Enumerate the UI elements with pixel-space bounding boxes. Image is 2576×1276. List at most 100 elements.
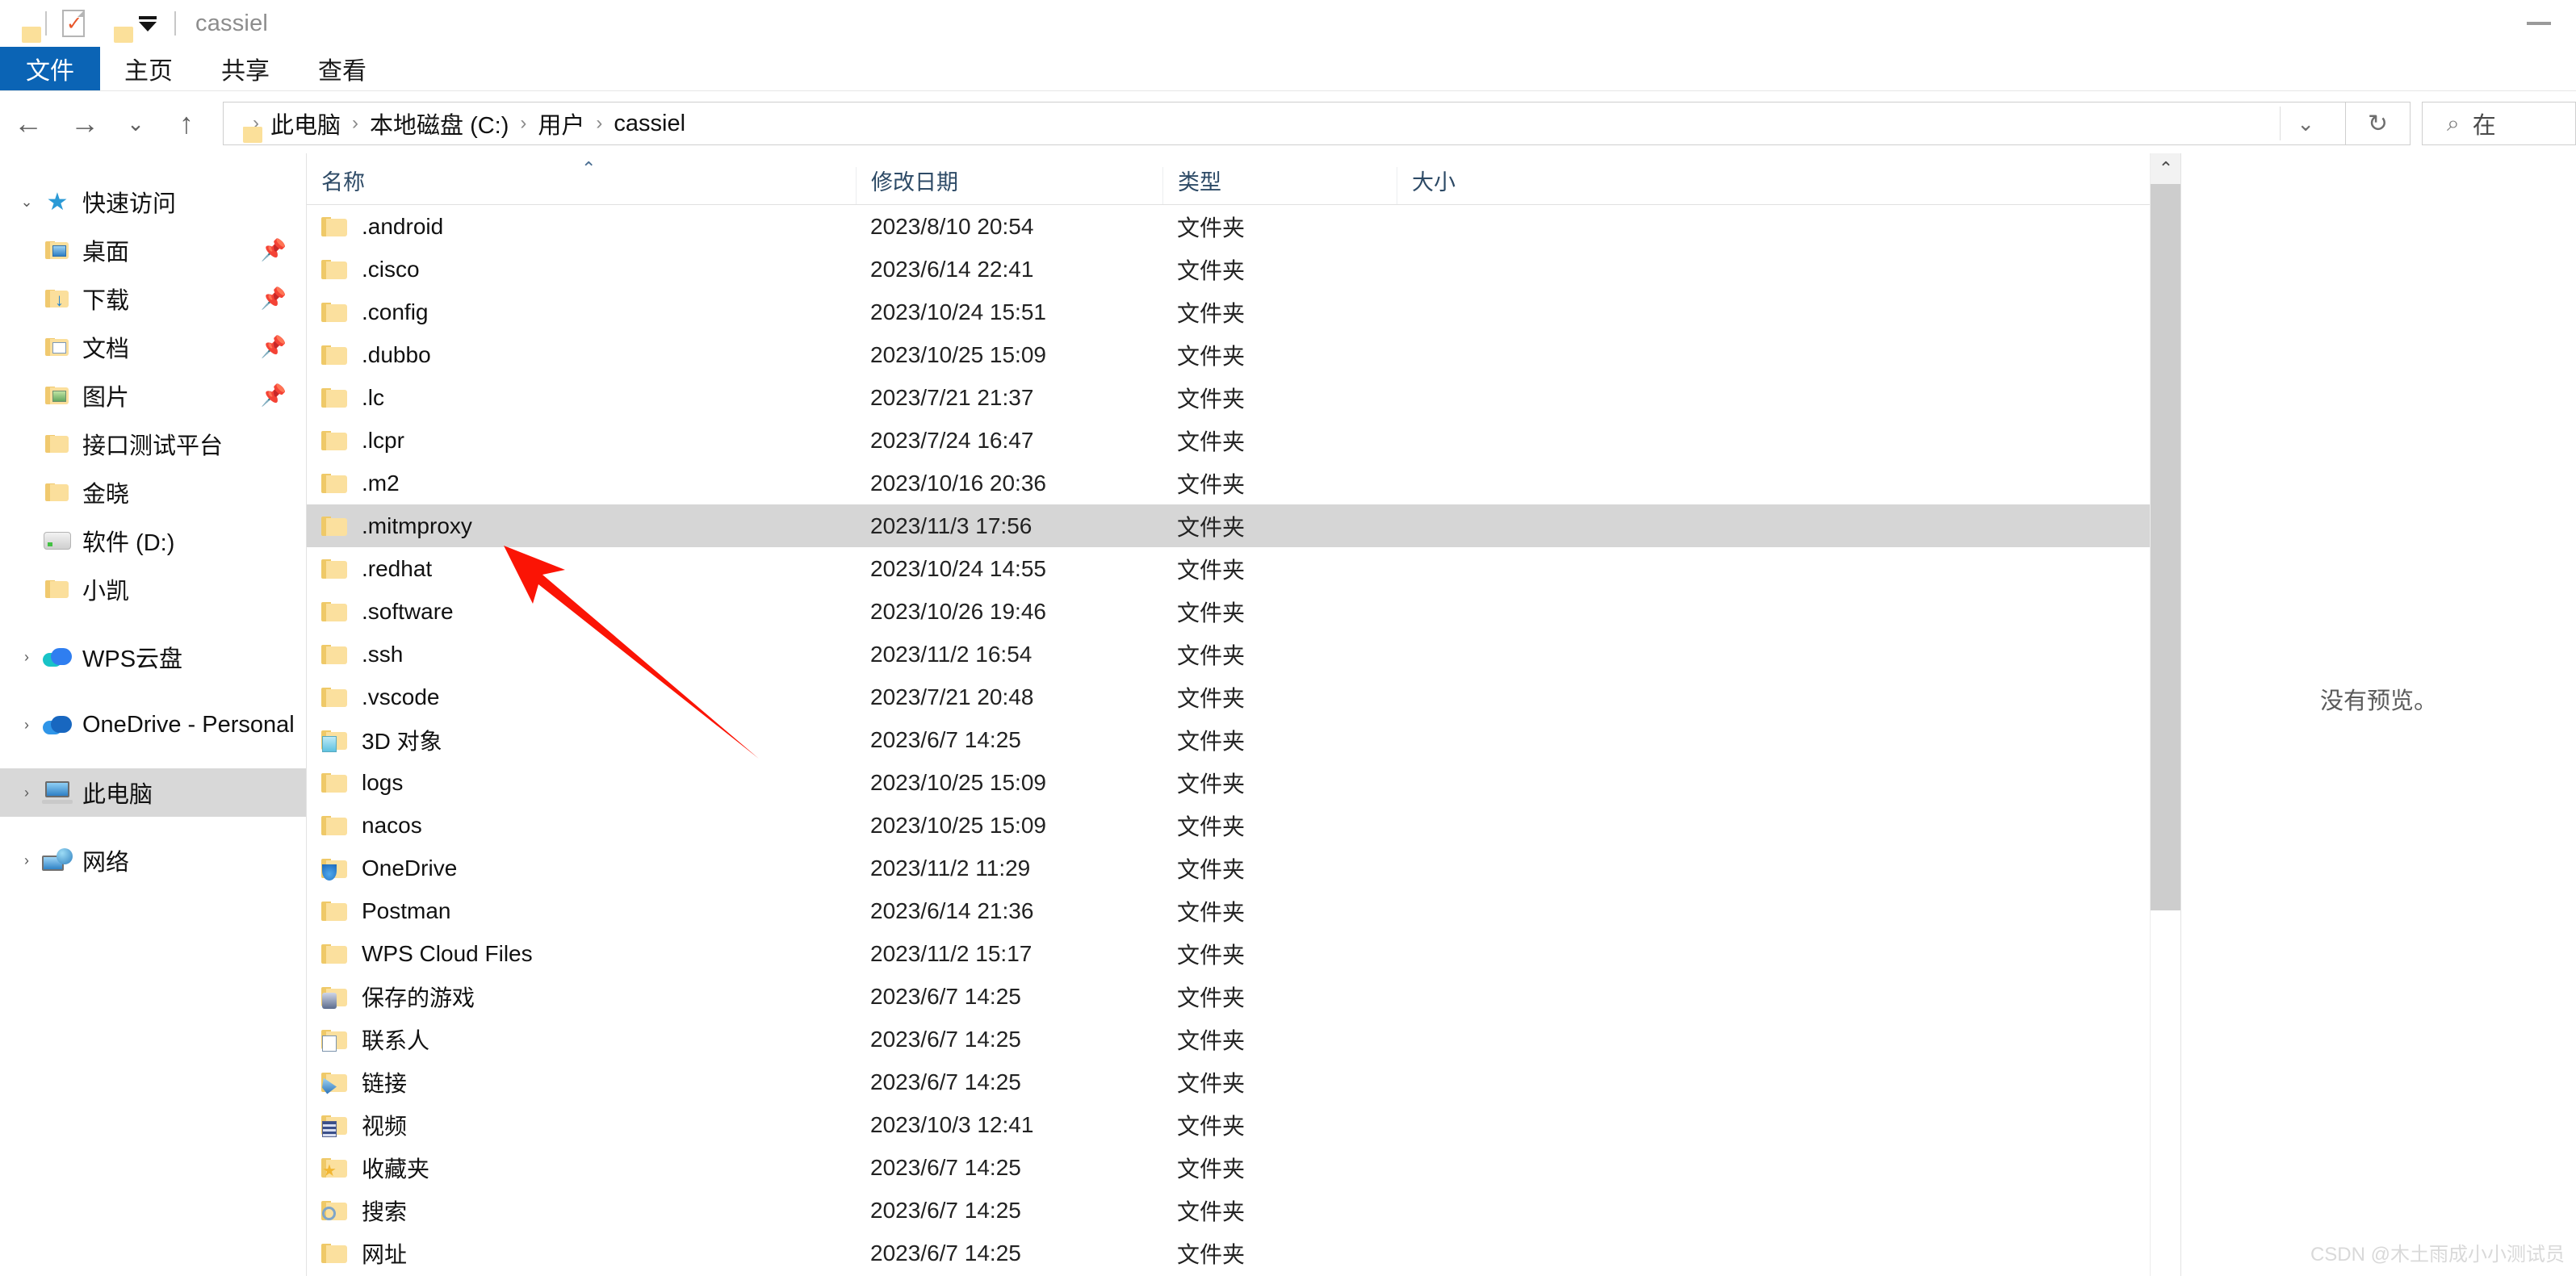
minimize-button[interactable] bbox=[2502, 0, 2576, 47]
address-bar[interactable]: › 此电脑 › 本地磁盘 (C:) › 用户 › cassiel ⌄ bbox=[223, 102, 2346, 145]
table-row[interactable]: .lc 2023/7/21 21:37 文件夹 bbox=[307, 376, 2180, 419]
pin-icon[interactable]: 📌 bbox=[261, 383, 287, 408]
customize-caret-icon[interactable] bbox=[129, 0, 166, 47]
file-name-cell[interactable]: .software bbox=[307, 599, 856, 625]
chevron-right-icon[interactable]: › bbox=[15, 852, 39, 869]
file-name-cell[interactable]: OneDrive bbox=[307, 856, 856, 881]
file-name-cell[interactable]: .m2 bbox=[307, 471, 856, 496]
table-row[interactable]: .redhat 2023/10/24 14:55 文件夹 bbox=[307, 547, 2180, 590]
chevron-right-icon[interactable]: › bbox=[15, 717, 39, 734]
sidebar-item-downloads[interactable]: ↓ 下载 📌 bbox=[0, 274, 306, 323]
back-arrow-icon[interactable]: ← bbox=[0, 94, 57, 153]
file-name-cell[interactable]: 联系人 bbox=[307, 1023, 856, 1056]
file-name-cell[interactable]: ★ 收藏夹 bbox=[307, 1152, 856, 1184]
pin-icon[interactable]: 📌 bbox=[261, 238, 287, 263]
table-row[interactable]: nacos 2023/10/25 15:09 文件夹 bbox=[307, 804, 2180, 847]
chevron-right-icon[interactable]: › bbox=[15, 784, 39, 801]
new-folder-icon[interactable] bbox=[92, 0, 133, 47]
file-name-cell[interactable]: .lc bbox=[307, 385, 856, 411]
file-name-cell[interactable]: 网址 bbox=[307, 1237, 856, 1270]
sidebar-item-software-d[interactable]: 软件 (D:) bbox=[0, 517, 306, 565]
file-rows-container[interactable]: .android 2023/8/10 20:54 文件夹 .cisco 2023/6/1… bbox=[307, 205, 2180, 1276]
vertical-scrollbar[interactable]: ⌃ bbox=[2150, 153, 2180, 1276]
search-box[interactable]: ⌕ 在 bbox=[2422, 102, 2576, 145]
column-header-size[interactable]: 大小 bbox=[1397, 167, 1631, 204]
navigation-pane[interactable]: ⌄ ★ 快速访问 桌面 📌 ↓ 下载 📌 文档 📌 图片 📌 接口测试平台 金晓… bbox=[0, 153, 307, 1276]
table-row[interactable]: OneDrive 2023/11/2 11:29 文件夹 bbox=[307, 847, 2180, 889]
column-header-type[interactable]: 类型 bbox=[1162, 167, 1397, 204]
table-row[interactable]: .config 2023/10/24 15:51 文件夹 bbox=[307, 291, 2180, 333]
breadcrumb-item-cassiel[interactable]: cassiel bbox=[609, 111, 690, 137]
table-row[interactable]: 视频 2023/10/3 12:41 文件夹 bbox=[307, 1103, 2180, 1146]
quick-access-toolbar[interactable]: ✓ cassiel bbox=[0, 0, 268, 47]
file-name-cell[interactable]: 视频 bbox=[307, 1109, 856, 1141]
table-row[interactable]: 搜索 2023/6/7 14:25 文件夹 bbox=[307, 1189, 2180, 1232]
ribbon-tabbar[interactable]: 文件 主页 共享 查看 bbox=[0, 47, 2576, 91]
table-row[interactable]: .dubbo 2023/10/25 15:09 文件夹 bbox=[307, 333, 2180, 376]
table-row[interactable]: WPS Cloud Files 2023/11/2 15:17 文件夹 bbox=[307, 932, 2180, 975]
breadcrumb-item-this-pc[interactable]: 此电脑 bbox=[266, 107, 346, 140]
sidebar-group-quick-access[interactable]: ⌄ ★ 快速访问 bbox=[0, 178, 306, 226]
file-name-cell[interactable]: 链接 bbox=[307, 1066, 856, 1098]
table-row[interactable]: Postman 2023/6/14 21:36 文件夹 bbox=[307, 889, 2180, 932]
file-name-cell[interactable]: 3D 对象 bbox=[307, 724, 856, 756]
table-row[interactable]: .ssh 2023/11/2 16:54 文件夹 bbox=[307, 633, 2180, 676]
refresh-icon[interactable]: ↻ bbox=[2346, 102, 2411, 145]
file-name-cell[interactable]: Postman bbox=[307, 898, 856, 924]
file-name-cell[interactable]: logs bbox=[307, 770, 856, 796]
sidebar-item-this-pc[interactable]: › 此电脑 bbox=[0, 768, 306, 817]
pin-icon[interactable]: 📌 bbox=[261, 287, 287, 312]
window-controls[interactable] bbox=[2502, 0, 2576, 47]
sidebar-item-desktop[interactable]: 桌面 📌 bbox=[0, 226, 306, 274]
file-name-cell[interactable]: WPS Cloud Files bbox=[307, 941, 856, 967]
table-row[interactable]: .vscode 2023/7/21 20:48 文件夹 bbox=[307, 676, 2180, 718]
table-row[interactable]: .mitmproxy 2023/11/3 17:56 文件夹 bbox=[307, 504, 2180, 547]
scrollbar-thumb[interactable] bbox=[2151, 184, 2180, 910]
table-row[interactable]: ★ 收藏夹 2023/6/7 14:25 文件夹 bbox=[307, 1146, 2180, 1189]
file-name-cell[interactable]: .vscode bbox=[307, 684, 856, 710]
chevron-down-icon[interactable]: ⌄ bbox=[15, 194, 39, 211]
tab-file[interactable]: 文件 bbox=[0, 47, 100, 90]
table-row[interactable]: 网址 2023/6/7 14:25 文件夹 bbox=[307, 1232, 2180, 1274]
chevron-right-icon[interactable]: › bbox=[15, 649, 39, 666]
file-name-cell[interactable]: 保存的游戏 bbox=[307, 981, 856, 1013]
chevron-down-icon[interactable]: ⌄ bbox=[113, 94, 158, 153]
scroll-up-button[interactable]: ⌃ bbox=[2151, 153, 2180, 184]
file-name-cell[interactable]: .mitmproxy bbox=[307, 513, 856, 539]
sidebar-item-api-test-platform[interactable]: 接口测试平台 bbox=[0, 420, 306, 468]
sidebar-item-xiaokai[interactable]: 小凯 bbox=[0, 565, 306, 613]
table-row[interactable]: .software 2023/10/26 19:46 文件夹 bbox=[307, 590, 2180, 633]
pin-icon[interactable]: 📌 bbox=[261, 335, 287, 360]
table-row[interactable]: 保存的游戏 2023/6/7 14:25 文件夹 bbox=[307, 975, 2180, 1018]
breadcrumb-item-users[interactable]: 用户 bbox=[533, 107, 589, 140]
address-history-caret-icon[interactable]: ⌄ bbox=[2297, 111, 2339, 136]
file-name-cell[interactable]: 搜索 bbox=[307, 1194, 856, 1227]
file-name-cell[interactable]: .ssh bbox=[307, 642, 856, 667]
file-name-cell[interactable]: .lcpr bbox=[307, 428, 856, 454]
table-row[interactable]: .cisco 2023/6/14 22:41 文件夹 bbox=[307, 248, 2180, 291]
forward-arrow-icon[interactable]: → bbox=[57, 94, 113, 153]
file-name-cell[interactable]: .cisco bbox=[307, 257, 856, 282]
file-list-pane[interactable]: 名称 修改日期 类型 大小 ⌃ .android 2023/8/10 20:54 文… bbox=[307, 153, 2180, 1276]
breadcrumb-item-local-disk-c[interactable]: 本地磁盘 (C:) bbox=[365, 107, 513, 140]
search-input[interactable]: 在 bbox=[2473, 107, 2496, 140]
tab-share[interactable]: 共享 bbox=[197, 47, 294, 90]
table-row[interactable]: 3D 对象 2023/6/7 14:25 文件夹 bbox=[307, 718, 2180, 761]
file-name-cell[interactable]: .android bbox=[307, 214, 856, 240]
sidebar-item-network[interactable]: › 网络 bbox=[0, 836, 306, 885]
sidebar-item-jinxiao[interactable]: 金晓 bbox=[0, 468, 306, 517]
tab-view[interactable]: 查看 bbox=[294, 47, 391, 90]
sidebar-item-onedrive-personal[interactable]: › OneDrive - Personal bbox=[0, 701, 306, 749]
column-header-row[interactable]: 名称 修改日期 类型 大小 ⌃ bbox=[307, 153, 2180, 205]
sidebar-item-documents[interactable]: 文档 📌 bbox=[0, 323, 306, 371]
file-name-cell[interactable]: nacos bbox=[307, 813, 856, 839]
folder-icon[interactable] bbox=[0, 0, 41, 47]
file-name-cell[interactable]: .dubbo bbox=[307, 342, 856, 368]
tab-home[interactable]: 主页 bbox=[100, 47, 197, 90]
sidebar-item-wps-cloud[interactable]: › WPS云盘 bbox=[0, 633, 306, 681]
up-arrow-icon[interactable]: ↑ bbox=[158, 94, 215, 153]
table-row[interactable]: .lcpr 2023/7/24 16:47 文件夹 bbox=[307, 419, 2180, 462]
table-row[interactable]: 链接 2023/6/7 14:25 文件夹 bbox=[307, 1061, 2180, 1103]
table-row[interactable]: 联系人 2023/6/7 14:25 文件夹 bbox=[307, 1018, 2180, 1061]
file-name-cell[interactable]: .redhat bbox=[307, 556, 856, 582]
